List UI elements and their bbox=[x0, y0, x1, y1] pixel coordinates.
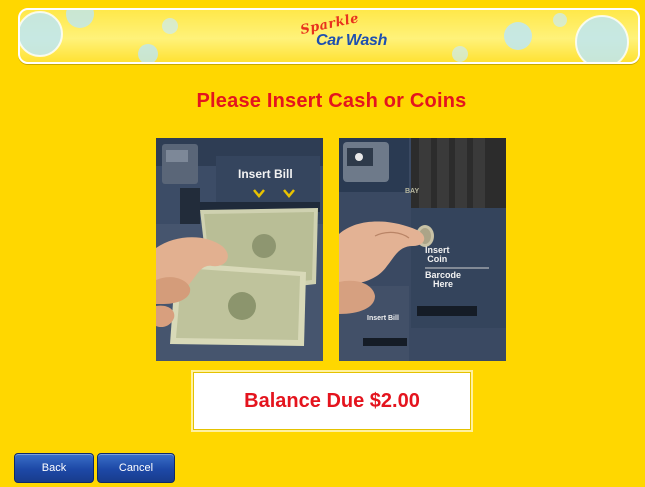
coin-slot-illustration bbox=[339, 138, 506, 361]
insert-coin-photo: BAY Insert Coin Barcode Here Insert Bill bbox=[339, 138, 506, 361]
sparkle-car-wash-logo: Sparkle Car Wash bbox=[296, 11, 406, 57]
car-wash-kiosk-screen: Sparkle Car Wash Please Insert Cash or C… bbox=[0, 0, 645, 487]
balance-due-text: Balance Due $2.00 bbox=[244, 389, 420, 412]
barcode-here-label: Barcode Here bbox=[425, 271, 461, 289]
page-title: Please Insert Cash or Coins bbox=[196, 90, 467, 112]
insert-coin-line2: Coin bbox=[427, 254, 448, 264]
header-banner: Sparkle Car Wash bbox=[18, 8, 640, 64]
insert-bill-photo: Insert Bill bbox=[156, 138, 323, 361]
insert-bill-label: Insert Bill bbox=[238, 167, 293, 181]
back-button[interactable]: Back bbox=[14, 453, 94, 483]
bay-label: BAY bbox=[405, 188, 420, 195]
cancel-button[interactable]: Cancel bbox=[97, 453, 175, 483]
logo-car-wash-text: Car Wash bbox=[316, 32, 388, 49]
cancel-button-label: Cancel bbox=[118, 462, 154, 474]
insert-coin-label: Insert Coin bbox=[425, 246, 450, 264]
barcode-line2: Here bbox=[433, 279, 454, 289]
insert-bill-small-label: Insert Bill bbox=[367, 315, 399, 322]
back-button-label: Back bbox=[41, 462, 67, 474]
balance-due-box: Balance Due $2.00 bbox=[193, 372, 471, 430]
